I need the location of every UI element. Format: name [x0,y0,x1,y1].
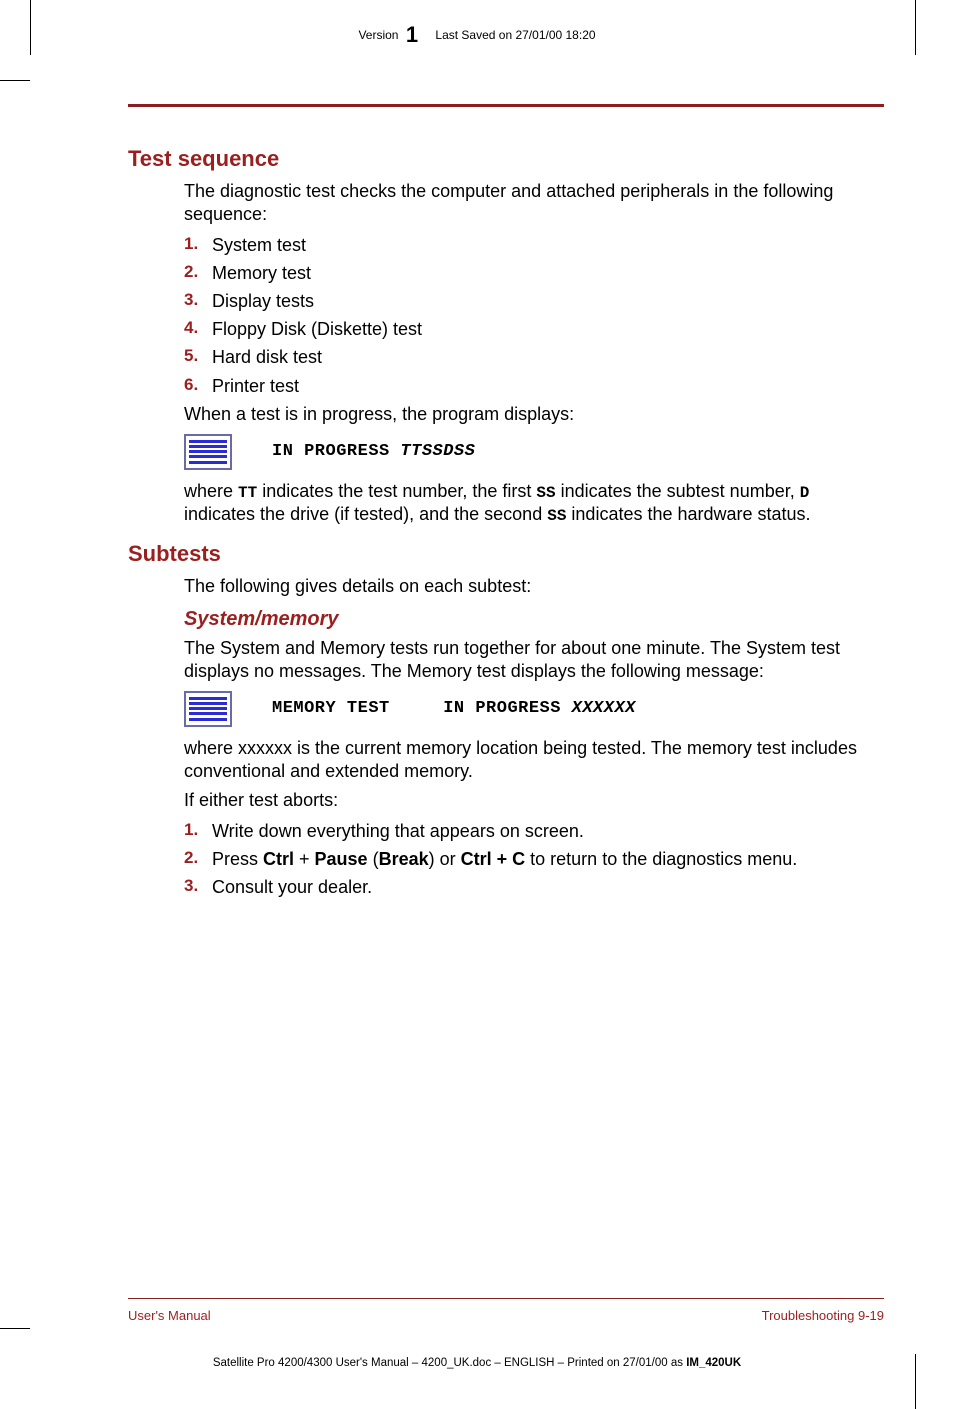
crop-mark [0,1328,30,1329]
list-item: 1.Write down everything that appears on … [184,818,884,844]
list-item: 2. Press Ctrl + Pause (Break) or Ctrl + … [184,846,884,872]
code-explanation: where TT indicates the test number, the … [184,480,884,527]
system-memory-para: The System and Memory tests run together… [184,637,884,683]
list-item-label: Hard disk test [212,347,322,367]
header-rule [128,104,884,107]
after-list: When a test is in progress, the program … [184,403,884,426]
code-display: IN PROGRESS TTSSDSS [184,434,884,470]
code-var: XXXXXX [572,699,636,718]
subtests-intro: The following gives details on each subt… [184,575,884,598]
code-var: TTSSDSS [400,442,475,461]
test-sequence-list: 1.System test 2.Memory test 3.Display te… [184,232,884,399]
page-footer: User's Manual Troubleshooting 9-19 [128,1308,884,1323]
list-item-label: System test [212,235,306,255]
version-number: 1 [402,22,422,47]
code-label: MEMORY TEST [272,699,390,718]
list-item: 5.Hard disk test [184,344,884,370]
version-label: Version [358,28,398,42]
terminal-icon [184,434,232,470]
list-item-label: Floppy Disk (Diskette) test [212,319,422,339]
memory-explain: where xxxxxx is the current memory locat… [184,737,884,783]
list-item-label: Consult your dealer. [212,877,372,897]
list-item: 3.Consult your dealer. [184,874,884,900]
footer-right: Troubleshooting 9-19 [762,1308,884,1323]
list-item-label: Printer test [212,376,299,396]
list-item: 6.Printer test [184,373,884,399]
footer-left: User's Manual [128,1308,211,1323]
list-item: 4.Floppy Disk (Diskette) test [184,316,884,342]
abort-steps: 1.Write down everything that appears on … [184,818,884,900]
content-area: Test sequence The diagnostic test checks… [128,140,884,904]
page-header: Version 1 Last Saved on 27/01/00 18:20 [0,22,954,48]
heading-test-sequence: Test sequence [128,146,884,172]
code-mid: IN PROGRESS [443,699,571,718]
footer-rule [128,1298,884,1299]
terminal-icon [184,691,232,727]
imprint-line: Satellite Pro 4200/4300 User's Manual – … [0,1357,954,1369]
list-item-label: Write down everything that appears on sc… [212,821,584,841]
heading-subtests: Subtests [128,541,884,567]
test-sequence-intro: The diagnostic test checks the computer … [184,180,884,226]
list-item: 2.Memory test [184,260,884,286]
code-text: IN PROGRESS TTSSDSS [272,442,475,461]
abort-intro: If either test aborts: [184,789,884,812]
code-text: MEMORY TEST IN PROGRESS XXXXXX [272,699,636,718]
code-prefix: IN PROGRESS [272,442,400,461]
heading-system-memory: System/memory [184,608,884,631]
crop-mark [0,80,30,81]
code-display: MEMORY TEST IN PROGRESS XXXXXX [184,691,884,727]
list-item: 3.Display tests [184,288,884,314]
list-item-label: Memory test [212,263,311,283]
list-item-label: Display tests [212,291,314,311]
saved-on: Last Saved on 27/01/00 18:20 [435,28,595,42]
list-item: 1.System test [184,232,884,258]
